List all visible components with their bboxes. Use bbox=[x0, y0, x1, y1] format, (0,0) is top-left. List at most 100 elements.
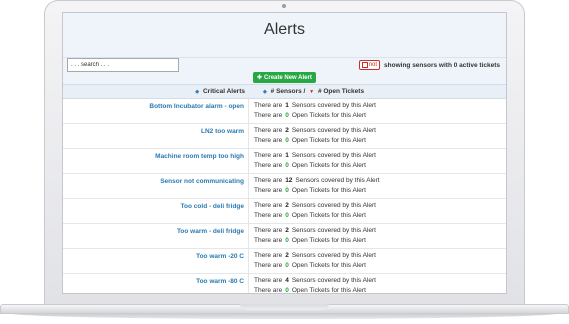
table-row[interactable]: Machine room temp too high There are 1 Sens… bbox=[63, 149, 506, 174]
laptop-base-edge bbox=[8, 313, 561, 319]
sensors-text: Sensors covered by this Alert bbox=[291, 277, 376, 284]
sensors-line: There are 2 Sensors covered by this Alert bbox=[254, 126, 376, 136]
row-info: There are 12 Sensors covered by this Alert… bbox=[249, 174, 380, 198]
alert-name-link[interactable]: Too cold - deli fridge bbox=[63, 199, 249, 223]
there-are-text: There are bbox=[254, 112, 283, 119]
sensors-line: There are 1 Sensors covered by this Alert bbox=[254, 101, 376, 111]
tickets-line: There are 0 Open Tickets for this Alert bbox=[254, 111, 376, 121]
sensors-line: There are 2 Sensors covered by this Alert bbox=[254, 201, 376, 211]
alert-name-link[interactable]: Too warm -80 C bbox=[63, 274, 249, 293]
not-label: not bbox=[368, 62, 378, 68]
sensor-count: 2 bbox=[285, 227, 289, 234]
there-are-text: There are bbox=[254, 277, 283, 284]
header-tickets-label: # Open Tickets bbox=[317, 88, 365, 95]
ticket-count: 0 bbox=[285, 112, 289, 119]
checkbox-icon bbox=[361, 62, 368, 68]
there-are-text: There are bbox=[254, 202, 283, 209]
page-title: Alerts bbox=[264, 21, 305, 38]
table-row[interactable]: LN2 too warm There are 2 Sensors covered by… bbox=[63, 124, 506, 149]
create-alert-button[interactable]: ✚ Create New Alert bbox=[253, 72, 316, 83]
sensors-text: Sensors covered by this Alert bbox=[291, 152, 376, 159]
there-are-text: There are bbox=[254, 212, 283, 219]
sensors-text: Sensors covered by this Alert bbox=[295, 177, 380, 184]
row-info: There are 2 Sensors covered by this Alert T… bbox=[249, 124, 376, 148]
tickets-line: There are 0 Open Tickets for this Alert bbox=[254, 211, 376, 221]
there-are-text: There are bbox=[254, 252, 283, 259]
table-row[interactable]: Too cold - deli fridge There are 2 Sensors … bbox=[63, 199, 506, 224]
tickets-text: Open Tickets for this Alert bbox=[291, 112, 366, 119]
ticket-count: 0 bbox=[285, 162, 289, 169]
alert-name-link[interactable]: Bottom Incubator alarm - open bbox=[63, 99, 249, 123]
there-are-text: There are bbox=[254, 187, 283, 194]
sensor-count: 12 bbox=[285, 177, 293, 184]
tickets-text: Open Tickets for this Alert bbox=[291, 162, 366, 169]
alert-name-link[interactable]: Sensor not communicating bbox=[63, 174, 249, 198]
header-alerts-label: Critical Alerts bbox=[202, 88, 245, 95]
alert-name-link[interactable]: Machine room temp too high bbox=[63, 149, 249, 173]
tickets-text: Open Tickets for this Alert bbox=[291, 187, 366, 194]
laptop-notch bbox=[240, 304, 329, 310]
header-sensors[interactable]: ◆ # Sensors / ▼ # Open Tickets bbox=[253, 88, 364, 95]
ticket-count: 0 bbox=[285, 212, 289, 219]
sensors-line: There are 2 Sensors covered by this Alert bbox=[254, 226, 376, 236]
sensors-text: Sensors covered by this Alert bbox=[291, 127, 376, 134]
filter-group: not showing sensors with 0 active ticket… bbox=[358, 60, 500, 70]
search-input[interactable] bbox=[67, 58, 179, 72]
there-are-text: There are bbox=[254, 137, 283, 144]
there-are-text: There are bbox=[254, 127, 283, 134]
ticket-count: 0 bbox=[285, 187, 289, 194]
screen: Alerts not showing sensors with 0 active… bbox=[62, 12, 507, 294]
tickets-line: There are 0 Open Tickets for this Alert bbox=[254, 161, 376, 171]
plus-icon: ✚ bbox=[257, 75, 263, 81]
tickets-line: There are 0 Open Tickets for this Alert bbox=[254, 261, 376, 271]
sensors-text: Sensors covered by this Alert bbox=[291, 102, 376, 109]
sensor-count: 2 bbox=[285, 252, 289, 259]
table-row[interactable]: Too warm - deli fridge There are 2 Sensors … bbox=[63, 224, 506, 249]
sensor-count: 1 bbox=[285, 152, 289, 159]
row-info: There are 1 Sensors covered by this Alert T… bbox=[249, 99, 376, 123]
camera-icon bbox=[282, 4, 286, 8]
table-row[interactable]: Sensor not communicating There are 12 Senso… bbox=[63, 174, 506, 199]
alert-name-link[interactable]: Too warm - deli fridge bbox=[63, 224, 249, 248]
sensor-count: 2 bbox=[285, 202, 289, 209]
tickets-text: Open Tickets for this Alert bbox=[291, 212, 366, 219]
tickets-text: Open Tickets for this Alert bbox=[291, 237, 366, 244]
tickets-text: Open Tickets for this Alert bbox=[291, 137, 366, 144]
row-info: There are 2 Sensors covered by this Alert T… bbox=[249, 224, 376, 248]
tickets-line: There are 0 Open Tickets for this Alert bbox=[254, 236, 376, 246]
table-header: ◆ Critical Alerts ◆ # Sensors / ▼ # Open… bbox=[63, 84, 506, 99]
row-info: There are 2 Sensors covered by this Alert T… bbox=[249, 249, 376, 273]
sensors-line: There are 1 Sensors covered by this Alert bbox=[254, 151, 376, 161]
filter-text: showing sensors with 0 active tickets bbox=[384, 61, 500, 69]
sensors-line: There are 12 Sensors covered by this Alert bbox=[254, 176, 380, 186]
sensor-count: 2 bbox=[285, 127, 289, 134]
tickets-line: There are 0 Open Tickets for this Alert bbox=[254, 286, 376, 294]
row-info: There are 1 Sensors covered by this Alert T… bbox=[249, 149, 376, 173]
there-are-text: There are bbox=[254, 227, 283, 234]
there-are-text: There are bbox=[254, 102, 283, 109]
sort-desc-icon: ▼ bbox=[309, 89, 315, 95]
tickets-text: Open Tickets for this Alert bbox=[291, 287, 366, 294]
table-row[interactable]: Too warm -80 C There are 4 Sensors covered … bbox=[63, 274, 506, 294]
tickets-line: There are 0 Open Tickets for this Alert bbox=[254, 136, 376, 146]
sensors-text: Sensors covered by this Alert bbox=[291, 202, 376, 209]
sort-icon: ◆ bbox=[263, 89, 267, 95]
alert-name-link[interactable]: LN2 too warm bbox=[63, 124, 249, 148]
sensors-line: There are 4 Sensors covered by this Alert bbox=[254, 276, 376, 286]
tickets-line: There are 0 Open Tickets for this Alert bbox=[254, 186, 380, 196]
table-row[interactable]: Bottom Incubator alarm - open There are 1 S… bbox=[63, 99, 506, 124]
header-alerts[interactable]: ◆ Critical Alerts bbox=[63, 88, 253, 95]
there-are-text: There are bbox=[254, 177, 283, 184]
not-toggle[interactable]: not bbox=[358, 60, 381, 70]
table-row[interactable]: Too warm -20 C There are 2 Sensors covered … bbox=[63, 249, 506, 274]
there-are-text: There are bbox=[254, 287, 283, 294]
there-are-text: There are bbox=[254, 162, 283, 169]
there-are-text: There are bbox=[254, 262, 283, 269]
row-info: There are 2 Sensors covered by this Alert T… bbox=[249, 199, 376, 223]
there-are-text: There are bbox=[254, 152, 283, 159]
ticket-count: 0 bbox=[285, 237, 289, 244]
title-area: Alerts bbox=[63, 13, 506, 58]
header-sensors-label: # Sensors / bbox=[270, 88, 306, 95]
tickets-text: Open Tickets for this Alert bbox=[291, 262, 366, 269]
alert-name-link[interactable]: Too warm -20 C bbox=[63, 249, 249, 273]
